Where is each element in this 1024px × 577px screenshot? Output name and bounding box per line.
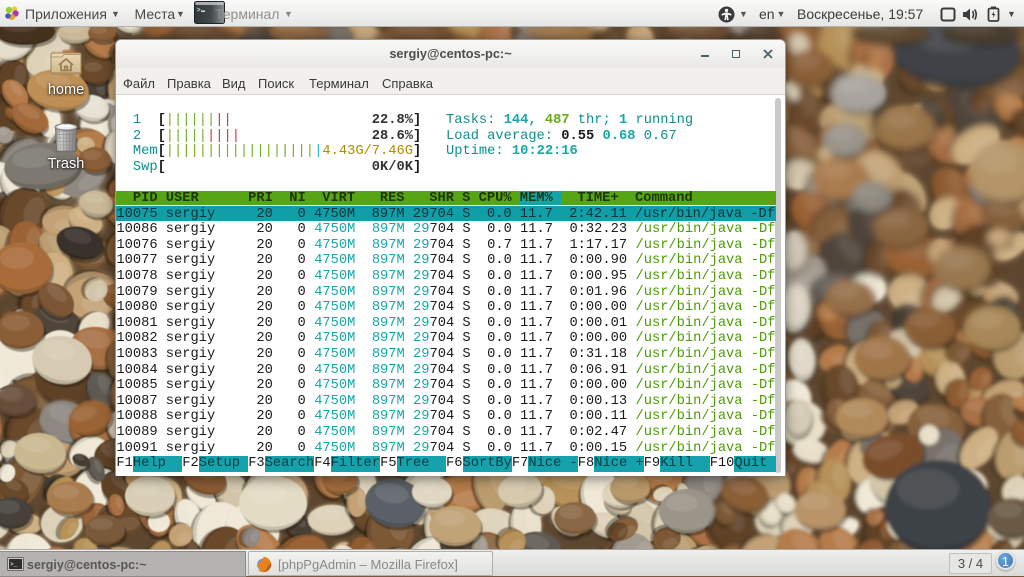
svg-text:>: >	[197, 7, 201, 15]
svg-text:>_: >_	[10, 561, 18, 568]
